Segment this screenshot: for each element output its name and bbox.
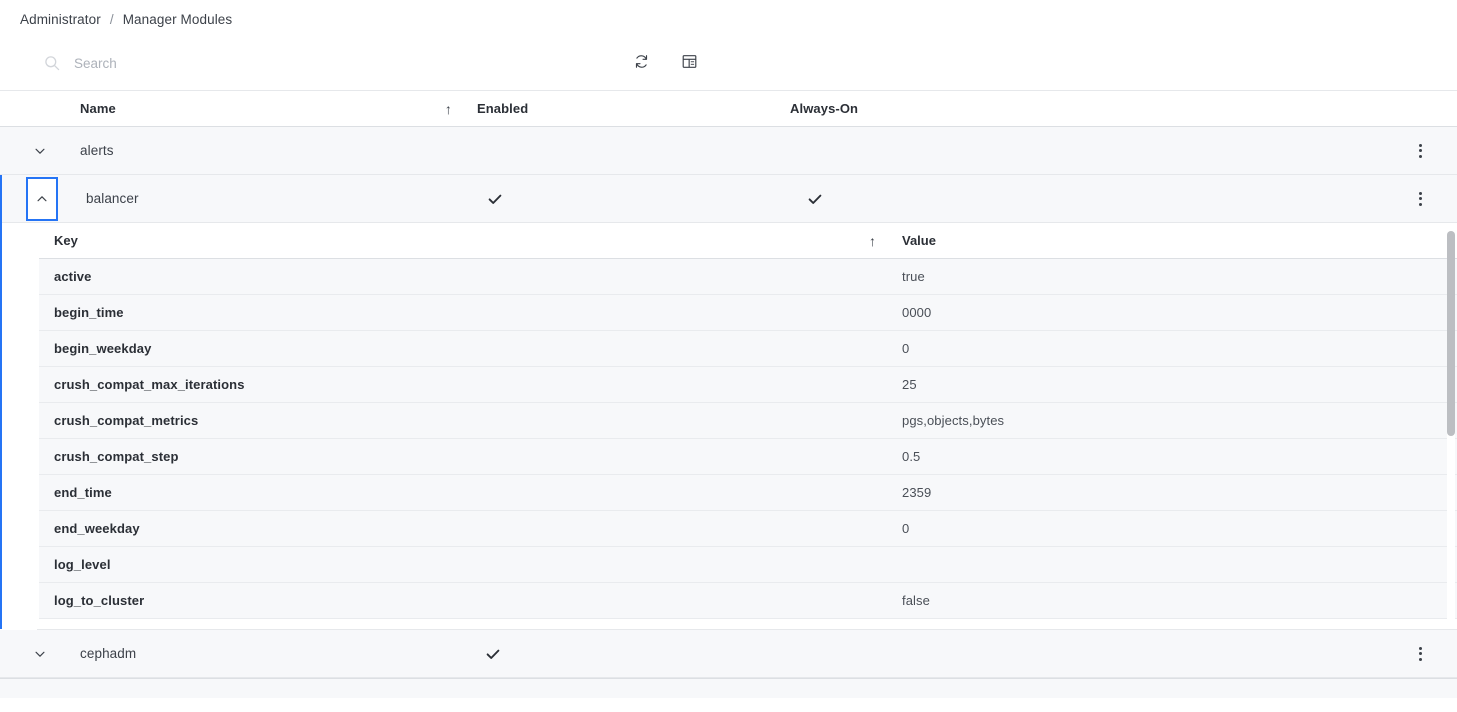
- chevron-down-icon[interactable]: [25, 130, 55, 172]
- config-rows: active true begin_time 0000 begin_weekda…: [39, 259, 1457, 619]
- module-name: cephadm: [80, 646, 137, 661]
- config-value: 0000: [902, 305, 932, 320]
- column-header-always-on[interactable]: Always-On: [790, 101, 1350, 116]
- search-input[interactable]: [74, 55, 604, 71]
- config-value: 2359: [902, 485, 932, 500]
- table-settings-icon[interactable]: [678, 50, 700, 72]
- config-key: end_weekday: [54, 521, 140, 536]
- check-icon: [807, 191, 823, 207]
- column-header-key[interactable]: Key ↑: [39, 232, 894, 249]
- config-value: 0: [902, 521, 910, 536]
- config-value: true: [902, 269, 925, 284]
- breadcrumb-item-administrator[interactable]: Administrator: [20, 12, 101, 27]
- column-header-value-label: Value: [902, 233, 936, 248]
- expand-cell: [0, 630, 80, 677]
- row-actions-menu-icon[interactable]: [1416, 188, 1425, 210]
- chevron-down-icon[interactable]: [25, 633, 55, 675]
- config-header-row: Key ↑ Value: [39, 223, 1457, 259]
- column-header-key-label: Key: [54, 233, 78, 248]
- manager-modules-table: Name ↑ Enabled Always-On alerts balancer…: [0, 90, 1457, 698]
- module-name: balancer: [86, 191, 139, 206]
- module-config-panel: Key ↑ Value active true begin_time 0000 …: [39, 223, 1457, 629]
- config-row[interactable]: end_weekday 0: [39, 511, 1457, 547]
- breadcrumb: Administrator / Manager Modules: [0, 0, 1457, 38]
- config-key: crush_compat_max_iterations: [54, 377, 245, 392]
- config-value: 0.5: [902, 449, 921, 464]
- config-row[interactable]: active true: [39, 259, 1457, 295]
- table-row[interactable]: balancer: [2, 175, 1457, 223]
- config-row[interactable]: begin_time 0000: [39, 295, 1457, 331]
- column-header-name[interactable]: Name ↑: [0, 100, 470, 117]
- row-actions-menu-icon[interactable]: [1416, 643, 1425, 665]
- config-value: 0: [902, 341, 910, 356]
- column-header-always-on-label: Always-On: [790, 101, 859, 116]
- config-scrollbar-thumb[interactable]: [1447, 231, 1455, 436]
- config-row[interactable]: begin_weekday 0: [39, 331, 1457, 367]
- expanded-module-group: balancer Key ↑ Value active true begin_t…: [0, 175, 1457, 629]
- row-actions-menu-icon[interactable]: [1416, 140, 1425, 162]
- check-icon: [487, 191, 503, 207]
- config-key: log_level: [54, 557, 111, 572]
- table-row[interactable]: alerts: [0, 127, 1457, 175]
- config-key: begin_time: [54, 305, 124, 320]
- column-header-enabled-label: Enabled: [477, 101, 529, 116]
- column-header-name-label: Name: [80, 101, 116, 116]
- table-row[interactable]: cephadm: [0, 630, 1457, 678]
- config-value: pgs,objects,bytes: [902, 413, 1005, 428]
- toolbar-actions: [630, 50, 700, 72]
- sort-ascending-icon: ↑: [869, 232, 876, 249]
- config-row[interactable]: log_level: [39, 547, 1457, 583]
- config-value: 25: [902, 377, 917, 392]
- expand-cell: [2, 175, 82, 222]
- breadcrumb-item-manager-modules[interactable]: Manager Modules: [123, 12, 233, 27]
- config-key: log_to_cluster: [54, 593, 145, 608]
- module-enabled-cell: [470, 646, 790, 662]
- column-header-value[interactable]: Value: [894, 233, 1294, 248]
- search-box[interactable]: [44, 48, 604, 78]
- config-key: end_time: [54, 485, 112, 500]
- config-key: crush_compat_step: [54, 449, 179, 464]
- module-enabled-cell: [472, 191, 792, 207]
- sort-ascending-icon: ↑: [444, 100, 452, 117]
- chevron-up-icon[interactable]: [26, 176, 58, 221]
- config-row[interactable]: crush_compat_step 0.5: [39, 439, 1457, 475]
- refresh-icon[interactable]: [630, 50, 652, 72]
- breadcrumb-separator: /: [109, 11, 114, 27]
- config-key: active: [54, 269, 92, 284]
- expand-cell: [0, 127, 80, 174]
- module-always-on-cell: [792, 191, 1352, 207]
- table-row-partial[interactable]: [0, 678, 1457, 698]
- column-header-enabled[interactable]: Enabled: [470, 101, 790, 116]
- config-row[interactable]: log_to_cluster false: [39, 583, 1457, 619]
- config-value: false: [902, 593, 930, 608]
- toolbar: [0, 38, 1457, 90]
- config-row[interactable]: crush_compat_metrics pgs,objects,bytes: [39, 403, 1457, 439]
- config-key: crush_compat_metrics: [54, 413, 199, 428]
- config-key: begin_weekday: [54, 341, 152, 356]
- table-header-row: Name ↑ Enabled Always-On: [0, 91, 1457, 127]
- config-row[interactable]: end_time 2359: [39, 475, 1457, 511]
- config-scrollbar[interactable]: [1447, 223, 1455, 629]
- check-icon: [485, 646, 501, 662]
- search-icon: [44, 55, 60, 71]
- config-row[interactable]: crush_compat_max_iterations 25: [39, 367, 1457, 403]
- module-name: alerts: [80, 143, 114, 158]
